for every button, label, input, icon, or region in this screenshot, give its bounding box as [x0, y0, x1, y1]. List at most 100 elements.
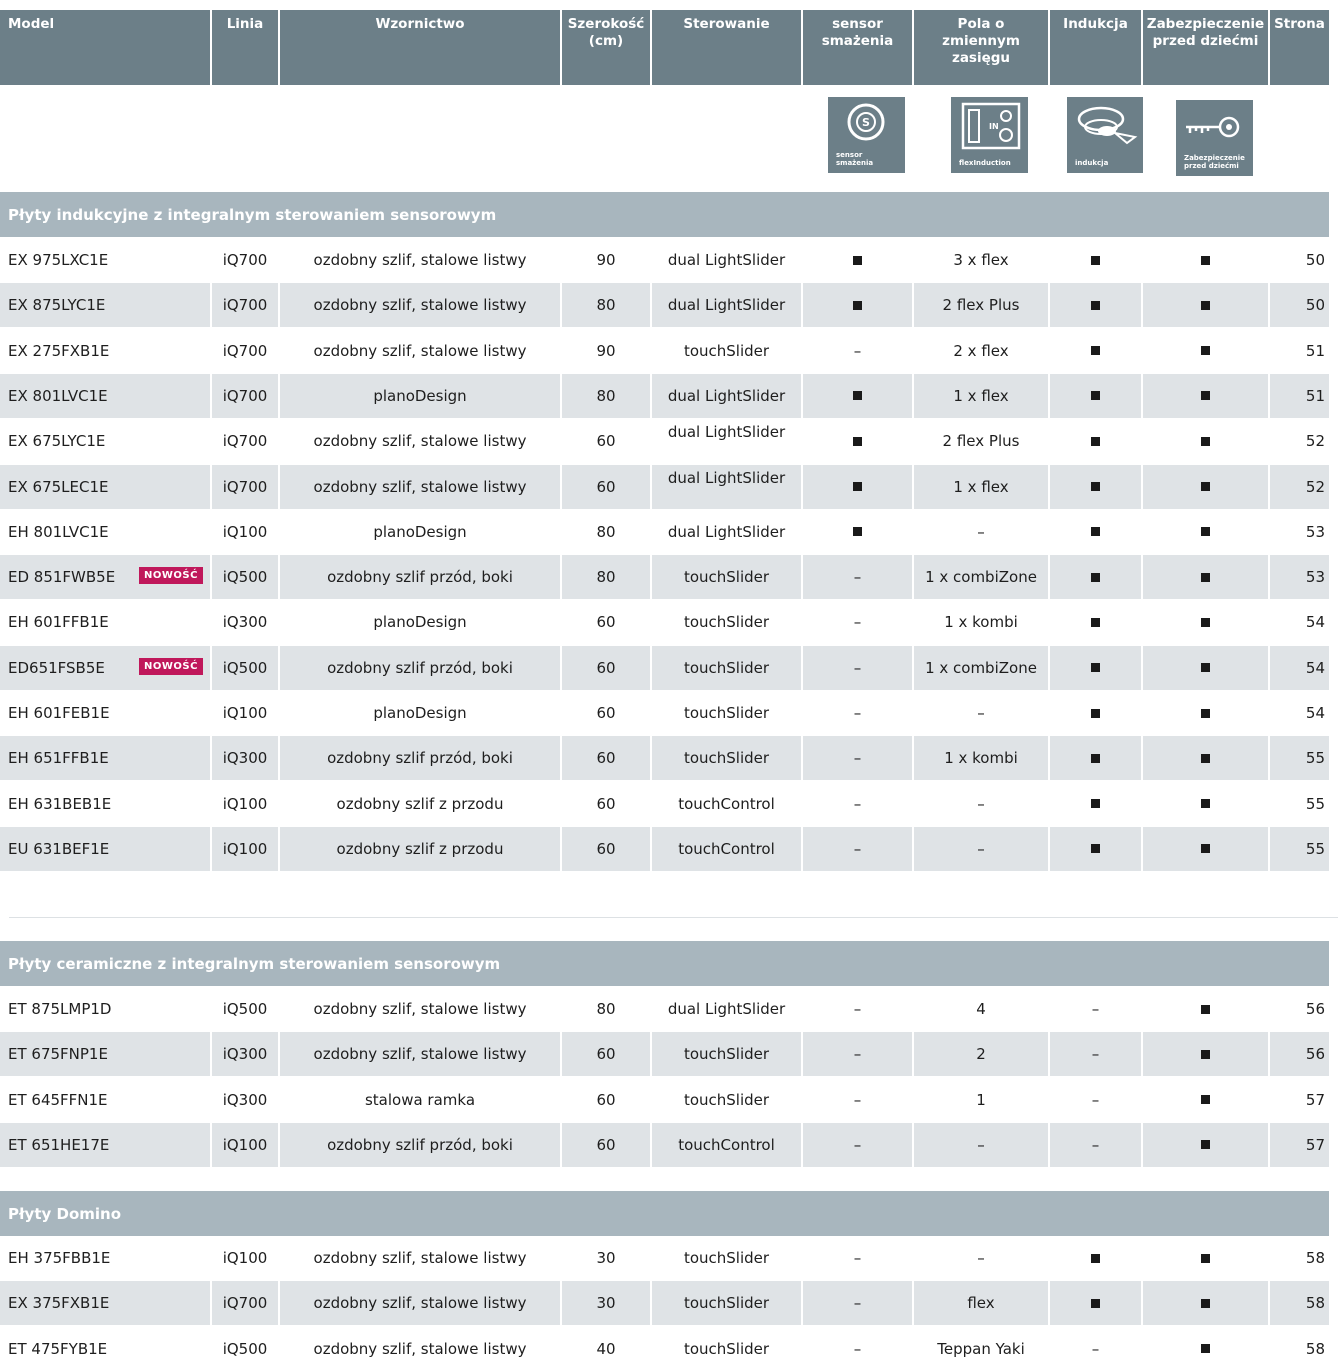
cell-text: EX 675LEC1E [8, 477, 109, 496]
cell-sensor: – [803, 600, 914, 645]
cell-pola: 2 flex Plus [914, 419, 1050, 464]
cell-text: 2 flex Plus [942, 432, 1020, 451]
cell-text: iQ500 [222, 1000, 268, 1018]
check-square-icon [853, 527, 862, 537]
cell-text: Teppan Yaki [937, 1339, 1025, 1358]
cell-text: EX 675LYC1E [8, 432, 106, 451]
cell-sensor: – [803, 691, 914, 735]
cell-text: 52 [1305, 477, 1325, 496]
cell-text: – [853, 1000, 862, 1018]
cell-indukcja [1050, 419, 1143, 464]
cell-zabezpieczenie [1143, 987, 1270, 1031]
cell-text: iQ500 [222, 568, 268, 587]
cell-text: – [853, 658, 862, 677]
cell-strona: 54 [1270, 646, 1329, 690]
cell-wzornictwo: ozdobny szlif z przodu [280, 826, 562, 871]
cell-text: ozdobny szlif, stalowe listwy [313, 477, 527, 496]
cell-sterowanie: dual LightSlider [652, 238, 803, 282]
cell-text: 60 [596, 613, 616, 632]
cell-text: ED651FSB5E [8, 658, 105, 677]
cell-strona: 55 [1270, 782, 1329, 826]
table-row: ET 651HE17E iQ100 ozdobny szlif przód, bok… [0, 1122, 1329, 1167]
check-square-icon [1091, 1253, 1100, 1263]
cell-text: 80 [596, 296, 616, 315]
check-square-icon [1201, 300, 1210, 310]
cell-text: 50 [1305, 251, 1325, 269]
cell-linia: iQ500 [212, 555, 280, 600]
cell-wzornictwo: ozdobny szlif, stalowe listwy [280, 283, 562, 328]
cell-text: touchSlider [683, 1294, 770, 1313]
cell-text: dual LightSlider [667, 423, 786, 442]
check-square-icon [1091, 527, 1100, 537]
cell-text: iQ300 [222, 1090, 268, 1109]
cell-pola: 1 x kombi [914, 600, 1050, 645]
section-divider [9, 917, 1338, 918]
cell-sensor: – [803, 826, 914, 871]
cell-model: ET 875LMP1D [0, 987, 212, 1031]
cell-text: – [977, 1249, 985, 1267]
cell-text: 1 x kombi [944, 613, 1018, 632]
cell-sensor [803, 509, 914, 554]
cell-model: EX 275FXB1E [0, 328, 212, 373]
cell-text: 60 [596, 1135, 616, 1154]
cell-text: EX 375FXB1E [8, 1294, 110, 1313]
table-row: EU 631BEF1E iQ100 ozdobny szlif z przodu 60… [0, 826, 1329, 871]
cell-wzornictwo: ozdobny szlif, stalowe listwy [280, 1032, 562, 1077]
cell-text: 50 [1305, 296, 1325, 315]
cell-szerokosc: 80 [562, 555, 652, 600]
cell-szerokosc: 60 [562, 736, 652, 781]
cell-strona: 54 [1270, 691, 1329, 735]
cell-text: EH 631BEB1E [8, 794, 112, 813]
cell-sensor: – [803, 1122, 914, 1167]
cell-zabezpieczenie [1143, 600, 1270, 645]
cell-text: iQ700 [222, 1294, 268, 1313]
cell-text: ET 675FNP1E [8, 1045, 108, 1064]
cell-text: – [853, 613, 862, 632]
check-square-icon [1201, 1344, 1210, 1354]
cell-text: ozdobny szlif przód, boki [327, 1135, 513, 1154]
svg-text:IN: IN [989, 122, 999, 131]
cell-strona: 56 [1270, 987, 1329, 1031]
check-square-icon [1201, 391, 1210, 401]
cell-text: EH 375FBB1E [8, 1249, 111, 1267]
col-header-zabezpieczenie: Zabezpieczenie przed dziećmi [1143, 10, 1270, 85]
cell-zabezpieczenie [1143, 1032, 1270, 1077]
cell-sensor: – [803, 781, 914, 826]
cell-strona: 51 [1270, 374, 1329, 418]
cell-sensor: – [803, 1032, 914, 1077]
cell-text: – [1091, 1339, 1100, 1358]
cell-wzornictwo: ozdobny szlif z przodu [280, 781, 562, 826]
cell-indukcja [1050, 691, 1143, 735]
cell-zabezpieczenie [1143, 1281, 1270, 1326]
cell-szerokosc: 30 [562, 1281, 652, 1326]
cell-zabezpieczenie [1143, 1122, 1270, 1167]
cell-wzornictwo: planoDesign [280, 509, 562, 554]
cell-strona: 51 [1270, 329, 1329, 373]
cell-text: ozdobny szlif, stalowe listwy [313, 1294, 527, 1313]
cell-text: – [853, 1135, 862, 1154]
cell-model: EH 601FEB1E [0, 691, 212, 735]
check-square-icon [1091, 799, 1100, 809]
cell-text: 60 [596, 1090, 616, 1109]
cell-szerokosc: 80 [562, 509, 652, 554]
cell-text: 51 [1305, 341, 1325, 360]
table-row: ED651FSB5E iQ500 ozdobny szlif przód, boki… [0, 645, 1329, 690]
cell-strona: 58 [1270, 1281, 1329, 1325]
cell-text: 51 [1305, 386, 1325, 405]
cell-strona: 58 [1270, 1236, 1329, 1280]
cell-text: 80 [596, 1000, 616, 1018]
cell-zabezpieczenie [1143, 509, 1270, 554]
cell-text: touchControl [678, 839, 775, 858]
cell-text: EH 601FEB1E [8, 704, 110, 722]
cell-strona: 52 [1270, 465, 1329, 509]
check-square-icon [1091, 255, 1100, 265]
table-row: EH 631BEB1E iQ100 ozdobny szlif z przodu 60… [0, 781, 1329, 826]
cell-pola: – [914, 691, 1050, 735]
cell-text: dual LightSlider [667, 1000, 786, 1018]
cell-text: – [977, 839, 985, 858]
cell-text: 60 [596, 839, 616, 858]
cell-indukcja [1050, 645, 1143, 690]
cell-zabezpieczenie [1143, 419, 1270, 464]
cell-linia: iQ300 [212, 736, 280, 781]
cell-sterowanie: touchSlider [652, 555, 803, 600]
